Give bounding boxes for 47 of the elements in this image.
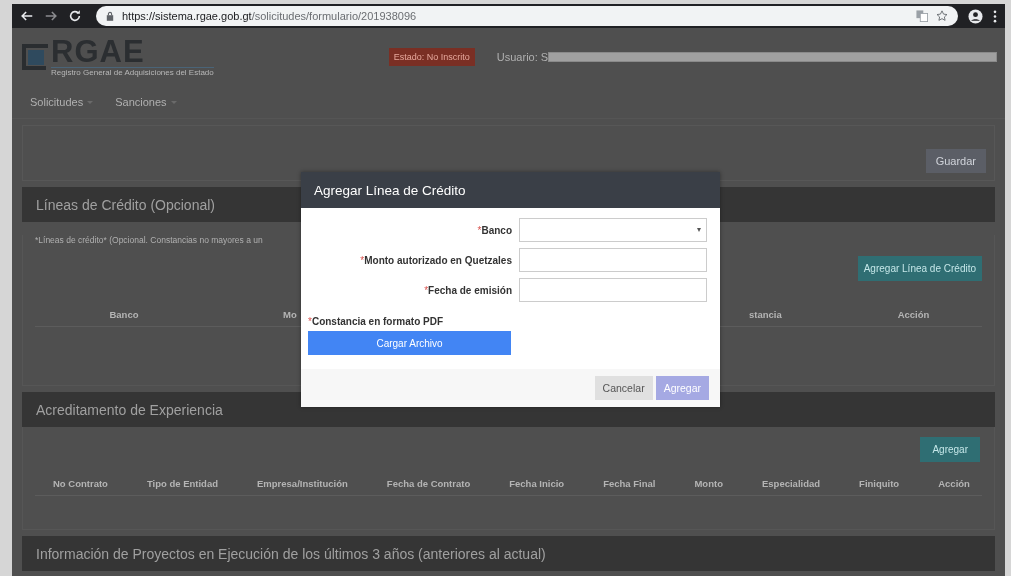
- field-label: *Monto autorizado en Quetzales: [360, 254, 512, 266]
- field-label: *Fecha de emisión: [424, 284, 512, 296]
- nav-menu-item[interactable]: Solicitudes: [30, 96, 94, 108]
- column-header: Empresa/Institución: [257, 478, 348, 489]
- back-icon[interactable]: [20, 9, 34, 23]
- input-field[interactable]: [519, 248, 707, 272]
- column-header: Tipo de Entidad: [146, 478, 218, 489]
- account-icon[interactable]: [968, 8, 983, 24]
- add-button[interactable]: Agregar: [920, 437, 980, 462]
- logo-mark-icon: [20, 42, 50, 72]
- column-header: Acción: [896, 309, 931, 320]
- column-header: Finiquito: [859, 478, 900, 489]
- modal-title: Agregar Línea de Crédito: [314, 182, 466, 198]
- lock-icon: [106, 11, 114, 21]
- column-header: Banco: [108, 309, 140, 320]
- submit-button[interactable]: Agregar: [655, 376, 709, 400]
- column-header: No Contrato: [53, 478, 108, 489]
- dropdown-arrow-icon: [697, 228, 701, 232]
- star-icon[interactable]: [936, 10, 948, 22]
- select-field[interactable]: [519, 218, 707, 242]
- column-header: Especialidad: [761, 478, 821, 489]
- save-button[interactable]: Guardar: [925, 149, 986, 173]
- field-label: *Constancia en formato PDF: [308, 316, 445, 327]
- reload-icon[interactable]: [68, 9, 82, 23]
- input-field[interactable]: [519, 278, 707, 302]
- menu-icon[interactable]: [993, 9, 997, 23]
- upload-button[interactable]: Cargar Archivo: [308, 331, 511, 355]
- section-title: Acreditamento de Experiencia: [36, 401, 223, 418]
- add-credit-line-button[interactable]: Agregar Línea de Crédito: [857, 256, 982, 281]
- column-header: Monto: [694, 478, 723, 489]
- section-note: *Líneas de crédito* (Opcional. Constancias no mayores a un: [35, 235, 264, 245]
- address-bar[interactable]: https://sistema.rgae.gob.gt/solicitudes/formulario/201938096: [96, 6, 958, 26]
- column-header: Fecha Inicio: [509, 478, 565, 489]
- status-badge: Estado: No Inscrito: [388, 48, 475, 66]
- column-header: stancia: [748, 309, 783, 320]
- nav-menu-item[interactable]: Sanciones: [115, 96, 177, 108]
- field-label: *Banco: [477, 224, 512, 236]
- logo-subtitle: Registro General de Adquisiciones del Estado: [51, 67, 214, 77]
- column-header: Fecha de Contrato: [386, 478, 471, 489]
- column-header: Acción: [938, 478, 970, 489]
- forward-icon[interactable]: [44, 9, 58, 23]
- column-header: Mo: [282, 309, 298, 320]
- section-title: Líneas de Crédito (Opcional): [36, 196, 215, 213]
- column-header: Fecha Final: [603, 478, 656, 489]
- cancel-button[interactable]: Cancelar: [594, 376, 653, 400]
- section-title: Información de Proyectos en Ejecución de los últimos 3 años (anteriores al actual): [36, 545, 546, 562]
- user-label: Usuario: S: [496, 51, 549, 63]
